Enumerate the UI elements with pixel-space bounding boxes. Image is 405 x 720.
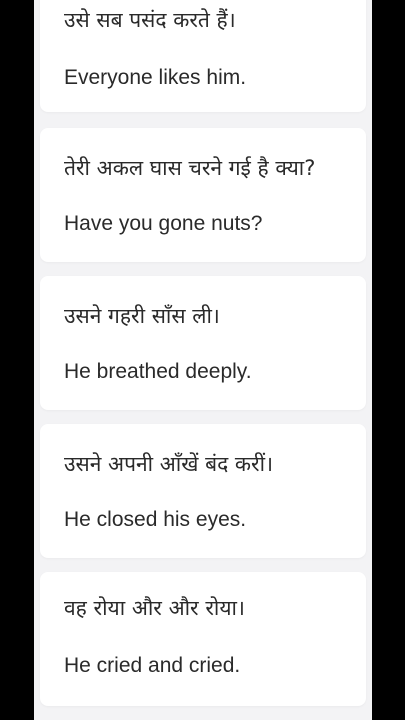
english-translation: Have you gone nuts? <box>64 212 263 235</box>
english-translation: He cried and cried. <box>64 654 241 677</box>
hindi-sentence: तेरी अकल घास चरने गई है क्या? <box>64 156 316 180</box>
hindi-sentence: उसने गहरी साँस ली। <box>64 304 220 328</box>
screen: उसे सब पसंद करते हैं। Everyone likes him… <box>0 0 405 720</box>
english-translation: He closed his eyes. <box>64 508 247 531</box>
phrase-card[interactable]: वह रोया और और रोया। He cried and cried. <box>40 572 366 706</box>
phrase-card[interactable]: तेरी अकल घास चरने गई है क्या? Have you g… <box>40 128 366 262</box>
phrase-card[interactable]: उसने अपनी आँखें बंद करीं। He closed his … <box>40 424 366 558</box>
english-translation: Everyone likes him. <box>64 66 247 89</box>
english-translation: He breathed deeply. <box>64 360 252 383</box>
hindi-sentence: वह रोया और और रोया। <box>64 596 245 620</box>
phrase-card[interactable]: उसे सब पसंद करते हैं। Everyone likes him… <box>40 0 366 112</box>
hindi-sentence: उसे सब पसंद करते हैं। <box>64 8 236 32</box>
phrase-card[interactable]: उसने गहरी साँस ली। He breathed deeply. <box>40 276 366 410</box>
hindi-sentence: उसने अपनी आँखें बंद करीं। <box>64 452 274 476</box>
phrase-list[interactable]: उसे सब पसंद करते हैं। Everyone likes him… <box>34 0 372 720</box>
